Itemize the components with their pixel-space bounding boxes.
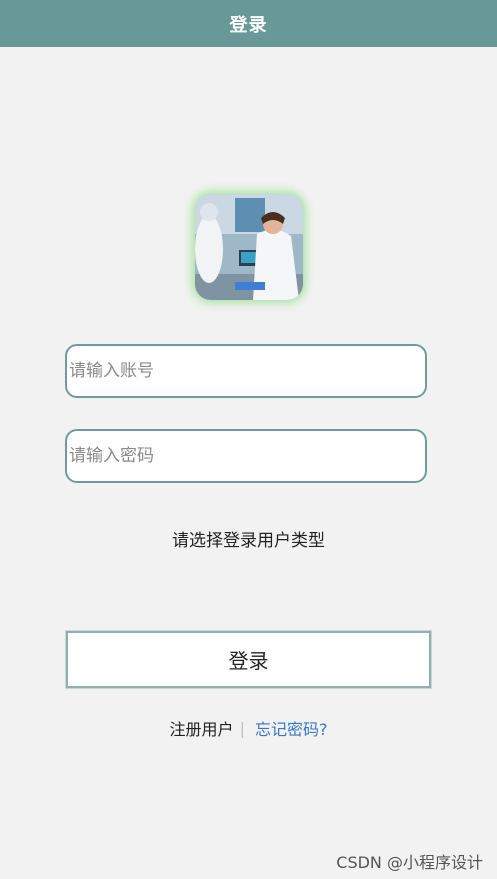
user-type-picker[interactable]: 请选择登录用户类型 <box>0 526 497 551</box>
password-input[interactable] <box>67 431 425 481</box>
login-page: 登录 请选择登录用户类型 登录 注册用户 | 忘记密码? CSDN @小程序设计 <box>0 0 497 879</box>
logo-image <box>195 194 303 300</box>
watermark-text: CSDN @小程序设计 <box>336 853 483 872</box>
password-field[interactable] <box>65 429 427 483</box>
account-field[interactable] <box>65 344 427 398</box>
link-divider: | <box>239 718 245 738</box>
app-logo <box>195 194 303 300</box>
navigation-bar: 登录 <box>0 0 497 47</box>
footer-links: 注册用户 | 忘记密码? <box>0 716 497 740</box>
page-title: 登录 <box>229 14 268 36</box>
login-button[interactable]: 登录 <box>65 630 432 689</box>
forgot-password-link[interactable]: 忘记密码? <box>255 716 328 740</box>
account-input[interactable] <box>67 346 425 396</box>
register-link[interactable]: 注册用户 <box>170 716 234 740</box>
